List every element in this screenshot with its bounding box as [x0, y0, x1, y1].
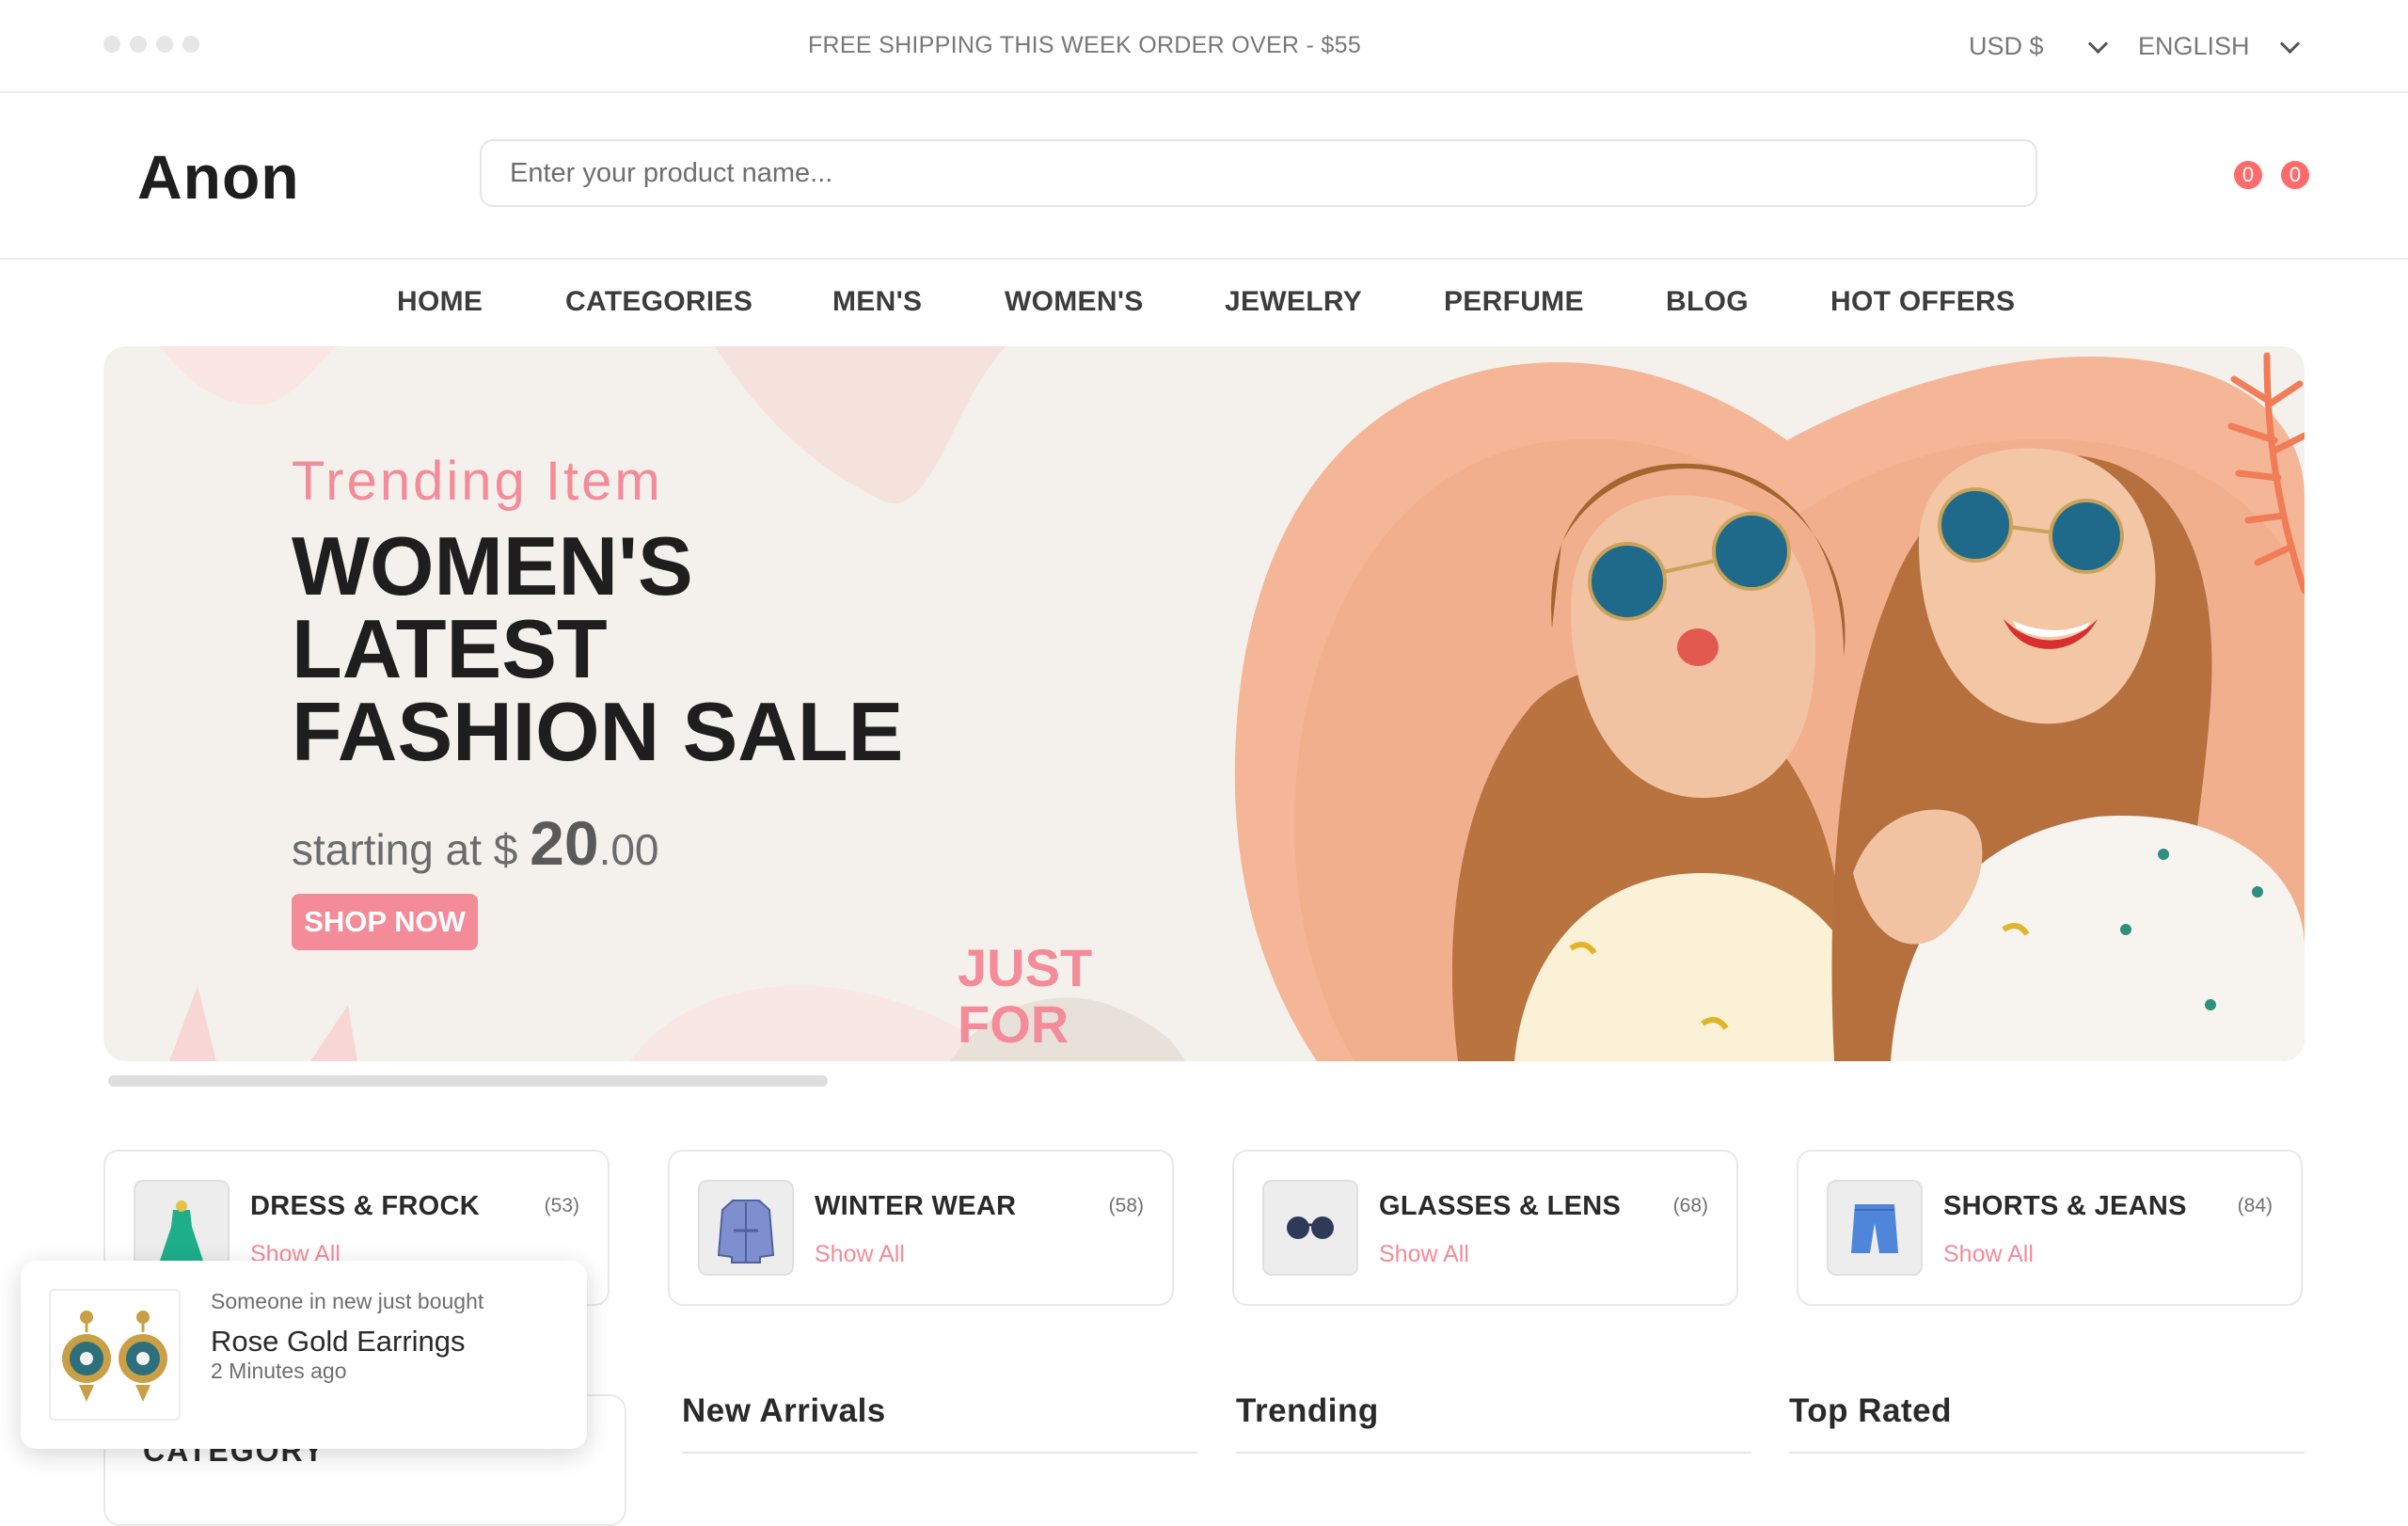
toast-timestamp: 2 Minutes ago — [211, 1359, 347, 1383]
nav-perfume[interactable]: PERFUME — [1444, 286, 1584, 318]
nav-mens[interactable]: MEN'S — [832, 286, 922, 318]
language-select[interactable]: ENGLISH — [2138, 32, 2301, 61]
header: Anon 0 0 — [0, 92, 2408, 260]
nav-hot-offers[interactable]: HOT OFFERS — [1830, 286, 2015, 318]
nav-categories[interactable]: CATEGORIES — [565, 286, 752, 318]
earrings-icon — [49, 1289, 181, 1421]
hero-title-line: WOMEN'S — [292, 519, 693, 612]
shipping-notice: FREE SHIPPING THIS WEEK ORDER OVER - $55 — [807, 32, 1362, 58]
hero-kicker: Trending Item — [292, 451, 663, 512]
category-count: (68) — [1672, 1195, 1708, 1216]
section-divider — [682, 1452, 1197, 1454]
toast-product-title: Rose Gold Earrings — [211, 1325, 466, 1358]
show-all-link[interactable]: Show All — [1943, 1241, 2034, 1268]
section-title-new-arrivals: New Arrivals — [682, 1392, 886, 1429]
category-name: DRESS & FROCK — [250, 1191, 480, 1221]
shop-now-button[interactable]: SHOP NOW — [292, 894, 478, 950]
category-card[interactable]: WINTER WEAR (58) Show All — [668, 1150, 1174, 1306]
category-count: (58) — [1108, 1195, 1144, 1216]
toast-subtitle: Someone in new just bought — [211, 1289, 484, 1313]
nav-jewelry[interactable]: JEWELRY — [1225, 286, 1362, 318]
cart-count-badge[interactable]: 0 — [2281, 161, 2309, 189]
search-input[interactable] — [480, 139, 2037, 207]
slider-scrollbar[interactable] — [108, 1075, 828, 1087]
chevron-down-icon — [2279, 33, 2301, 55]
section-divider — [1236, 1452, 1751, 1454]
currency-label: USD $ — [1969, 32, 2044, 60]
nav-home[interactable]: HOME — [397, 286, 483, 318]
section-title-top-rated: Top Rated — [1789, 1392, 1953, 1429]
currency-select[interactable]: USD $ — [1969, 32, 2109, 61]
logo[interactable]: Anon — [137, 141, 300, 213]
category-card[interactable]: SHORTS & JEANS (84) Show All — [1797, 1150, 2303, 1306]
decor-text-for: FOR — [958, 994, 1069, 1054]
hero-price: starting at $ 20.00 — [292, 807, 659, 879]
show-all-link[interactable]: Show All — [815, 1241, 905, 1268]
nav-blog[interactable]: BLOG — [1666, 286, 1749, 318]
language-label: ENGLISH — [2138, 32, 2250, 60]
price-cents: .00 — [598, 825, 659, 874]
category-count: (53) — [544, 1195, 579, 1216]
category-card[interactable]: GLASSES & LENS (68) Show All — [1232, 1150, 1738, 1306]
glasses-icon — [1262, 1180, 1358, 1276]
purchase-notification-toast[interactable]: Someone in new just bought Rose Gold Ear… — [21, 1261, 587, 1449]
category-name: GLASSES & LENS — [1379, 1191, 1622, 1221]
section-divider — [1789, 1452, 2305, 1454]
price-whole: 20 — [530, 808, 599, 878]
nav-womens[interactable]: WOMEN'S — [1005, 286, 1144, 318]
category-count: (84) — [2237, 1195, 2273, 1216]
category-name: SHORTS & JEANS — [1943, 1191, 2187, 1221]
decor-text-just: JUST — [958, 938, 1092, 997]
hero-banner: JUST FOR Trending Item WOMEN'S LATEST FA… — [103, 346, 2305, 1061]
top-bar: FREE SHIPPING THIS WEEK ORDER OVER - $55… — [0, 0, 2408, 93]
hero-title-line: FASHION SALE — [292, 685, 904, 778]
price-prefix: starting at $ — [292, 825, 531, 874]
coat-icon — [698, 1180, 794, 1276]
section-title-trending: Trending — [1236, 1392, 1379, 1429]
shorts-icon — [1827, 1180, 1923, 1276]
hero-title: WOMEN'S LATEST FASHION SALE — [292, 525, 903, 773]
wishlist-count-badge[interactable]: 0 — [2234, 161, 2262, 189]
hero-title-line: LATEST — [292, 602, 608, 695]
main-nav: HOME CATEGORIES MEN'S WOMEN'S JEWELRY PE… — [0, 260, 2408, 344]
show-all-link[interactable]: Show All — [1379, 1241, 1469, 1268]
category-name: WINTER WEAR — [815, 1191, 1017, 1221]
